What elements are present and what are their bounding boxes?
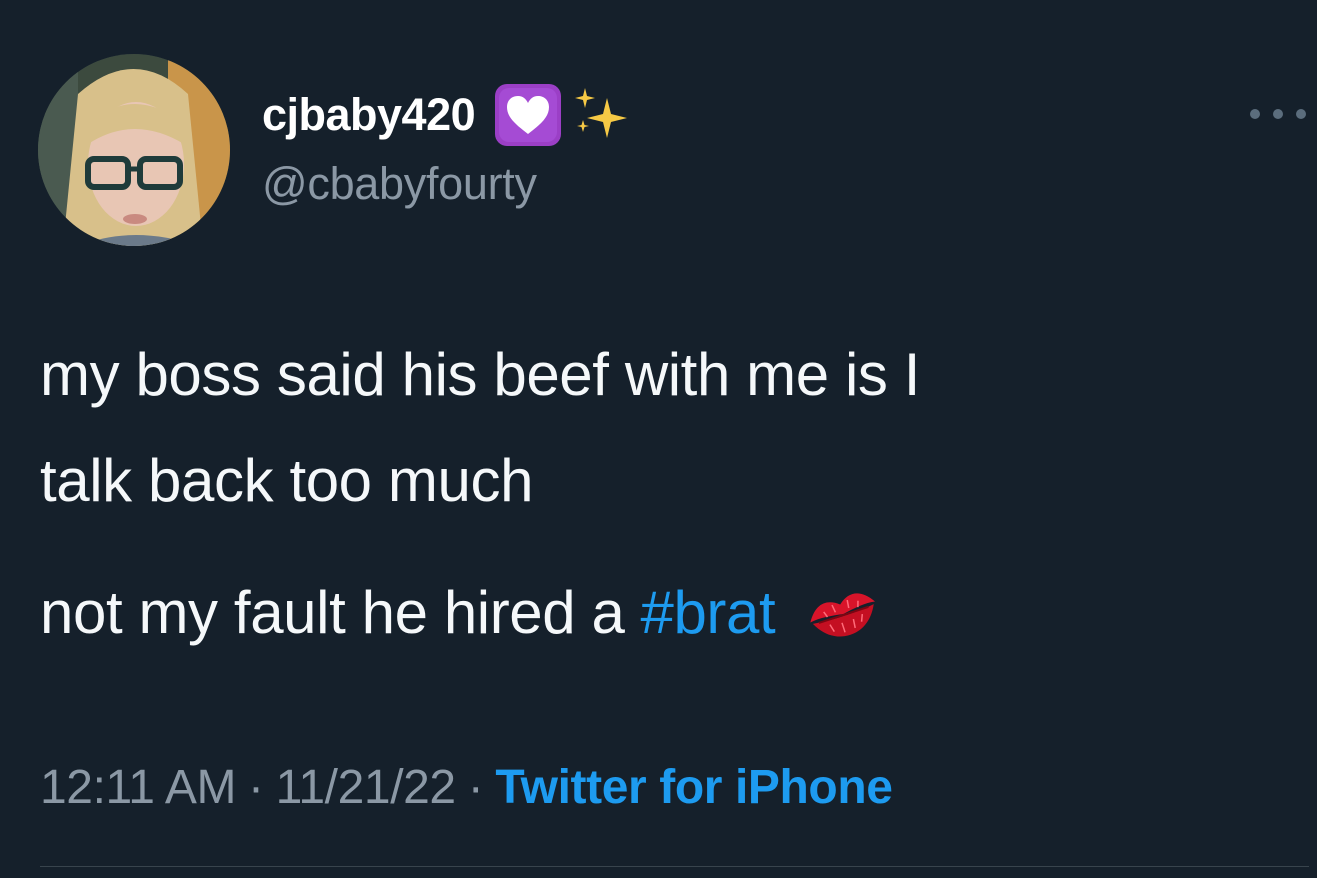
avatar[interactable] [38, 54, 230, 246]
meta-separator: · [467, 761, 484, 814]
kiss-mark-icon [810, 592, 876, 637]
avatar-photo [38, 54, 230, 246]
tweet-text-line-2: talk back too much [40, 447, 534, 514]
divider [40, 866, 1309, 867]
tweet-text-line-1: my boss said his beef with me is I [40, 341, 921, 408]
tweet-text-line-3: not my fault he hired a #brat [40, 578, 881, 647]
heart-decoration-icon [495, 84, 562, 146]
sparkles-icon [575, 88, 628, 138]
tweet-date[interactable]: 11/21/22 [276, 760, 456, 815]
more-icon-dot [1250, 109, 1260, 119]
more-icon-dot [1273, 109, 1283, 119]
hashtag-link[interactable]: #brat [640, 578, 775, 647]
author-row: cjbaby420 [262, 84, 633, 146]
tweet-meta: 12:11 AM · 11/21/22 · Twitter for iPhone [40, 760, 893, 815]
author-handle[interactable]: @cbabyfourty [262, 158, 537, 210]
tweet-text-line-3-prefix: not my fault he hired a [40, 579, 625, 646]
tweet-time[interactable]: 12:11 AM [40, 760, 236, 815]
more-icon-dot [1296, 109, 1306, 119]
tweet-source-link[interactable]: Twitter for iPhone [495, 760, 893, 815]
more-options-button[interactable] [1250, 100, 1306, 128]
tweet-card: cjbaby420 @cbabyfourty my boss said his … [0, 0, 1317, 878]
meta-separator: · [248, 761, 264, 814]
display-name[interactable]: cjbaby420 [262, 89, 476, 141]
